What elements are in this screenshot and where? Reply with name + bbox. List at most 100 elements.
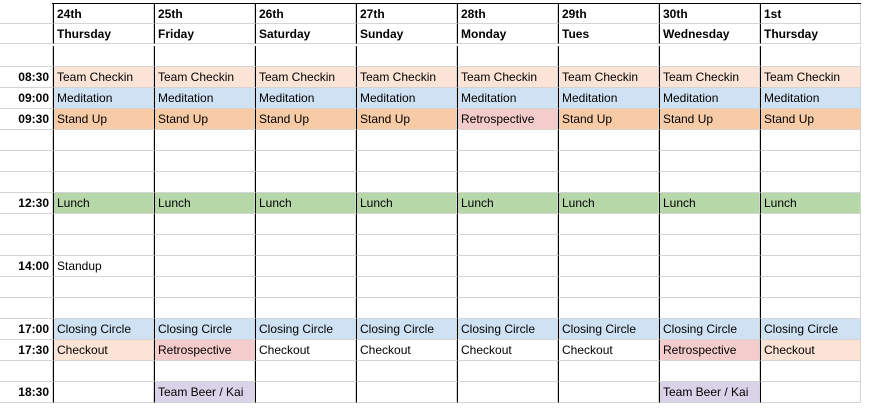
schedule-cell[interactable] <box>457 214 558 235</box>
schedule-cell[interactable]: Closing Circle <box>53 319 154 340</box>
schedule-cell[interactable] <box>659 361 760 382</box>
schedule-cell[interactable] <box>558 361 659 382</box>
schedule-cell[interactable]: Team Checkin <box>457 67 558 88</box>
schedule-cell[interactable] <box>659 298 760 319</box>
schedule-cell[interactable] <box>255 151 356 172</box>
schedule-cell[interactable]: Team Checkin <box>760 67 861 88</box>
schedule-cell[interactable] <box>356 256 457 277</box>
schedule-cell[interactable] <box>53 361 154 382</box>
schedule-cell[interactable] <box>558 382 659 403</box>
schedule-cell[interactable] <box>760 172 861 193</box>
schedule-cell[interactable]: Team Checkin <box>659 67 760 88</box>
schedule-cell[interactable] <box>457 361 558 382</box>
time-label[interactable] <box>0 361 53 382</box>
schedule-cell[interactable]: Stand Up <box>760 109 861 130</box>
time-label[interactable] <box>0 235 53 256</box>
schedule-cell[interactable] <box>53 382 154 403</box>
schedule-cell[interactable] <box>558 214 659 235</box>
day-weekday-header[interactable]: Saturday <box>255 24 356 44</box>
schedule-cell[interactable] <box>760 298 861 319</box>
time-label[interactable] <box>0 151 53 172</box>
schedule-cell[interactable] <box>255 256 356 277</box>
schedule-cell[interactable] <box>659 277 760 298</box>
time-label[interactable] <box>0 298 53 319</box>
schedule-cell[interactable]: Stand Up <box>659 109 760 130</box>
schedule-cell[interactable] <box>457 256 558 277</box>
schedule-cell[interactable]: Team Checkin <box>558 67 659 88</box>
day-date-header[interactable]: 28th <box>457 4 558 24</box>
schedule-cell[interactable] <box>255 277 356 298</box>
schedule-cell[interactable]: Stand Up <box>255 109 356 130</box>
schedule-cell[interactable] <box>457 46 558 67</box>
day-weekday-header[interactable]: Sunday <box>356 24 457 44</box>
schedule-cell[interactable] <box>659 46 760 67</box>
schedule-cell[interactable] <box>356 361 457 382</box>
day-date-header[interactable]: 24th <box>53 4 154 24</box>
schedule-cell[interactable] <box>659 235 760 256</box>
day-weekday-header[interactable]: Thursday <box>53 24 154 44</box>
schedule-cell[interactable]: Retrospective <box>457 109 558 130</box>
schedule-cell[interactable] <box>760 256 861 277</box>
schedule-cell[interactable] <box>356 214 457 235</box>
schedule-cell[interactable] <box>154 130 255 151</box>
day-date-header[interactable]: 27th <box>356 4 457 24</box>
schedule-cell[interactable] <box>558 277 659 298</box>
schedule-cell[interactable] <box>659 130 760 151</box>
schedule-cell[interactable] <box>255 298 356 319</box>
schedule-cell[interactable] <box>356 151 457 172</box>
schedule-cell[interactable]: Closing Circle <box>760 319 861 340</box>
schedule-cell[interactable]: Meditation <box>457 88 558 109</box>
time-label[interactable]: 09:00 <box>0 88 53 109</box>
schedule-cell[interactable] <box>255 46 356 67</box>
schedule-cell[interactable] <box>558 130 659 151</box>
time-label[interactable]: 17:00 <box>0 319 53 340</box>
schedule-cell[interactable] <box>154 172 255 193</box>
schedule-cell[interactable] <box>356 277 457 298</box>
time-label[interactable]: 12:30 <box>0 193 53 214</box>
schedule-cell[interactable] <box>53 277 154 298</box>
schedule-cell[interactable] <box>356 46 457 67</box>
time-label[interactable] <box>0 46 53 67</box>
schedule-cell[interactable] <box>154 277 255 298</box>
schedule-cell[interactable]: Stand Up <box>356 109 457 130</box>
schedule-cell[interactable]: Checkout <box>356 340 457 361</box>
schedule-cell[interactable] <box>53 46 154 67</box>
schedule-cell[interactable]: Closing Circle <box>558 319 659 340</box>
schedule-cell[interactable]: Meditation <box>558 88 659 109</box>
schedule-cell[interactable]: Team Beer / Kai <box>659 382 760 403</box>
schedule-cell[interactable]: Team Checkin <box>53 67 154 88</box>
schedule-cell[interactable] <box>154 151 255 172</box>
schedule-cell[interactable] <box>255 361 356 382</box>
schedule-cell[interactable] <box>558 298 659 319</box>
schedule-cell[interactable]: Checkout <box>255 340 356 361</box>
schedule-cell[interactable] <box>760 382 861 403</box>
schedule-cell[interactable] <box>53 235 154 256</box>
schedule-cell[interactable]: Retrospective <box>154 340 255 361</box>
schedule-cell[interactable] <box>558 172 659 193</box>
schedule-cell[interactable] <box>760 151 861 172</box>
day-weekday-header[interactable]: Monday <box>457 24 558 44</box>
time-label[interactable]: 08:30 <box>0 67 53 88</box>
schedule-cell[interactable] <box>659 256 760 277</box>
schedule-cell[interactable] <box>659 172 760 193</box>
schedule-cell[interactable]: Checkout <box>760 340 861 361</box>
time-label[interactable] <box>0 130 53 151</box>
schedule-cell[interactable] <box>255 235 356 256</box>
schedule-cell[interactable] <box>255 130 356 151</box>
schedule-cell[interactable]: Closing Circle <box>154 319 255 340</box>
schedule-cell[interactable] <box>558 151 659 172</box>
day-weekday-header[interactable]: Tues <box>558 24 659 44</box>
schedule-cell[interactable]: Lunch <box>255 193 356 214</box>
corner-cell[interactable] <box>0 24 53 44</box>
schedule-cell[interactable]: Checkout <box>53 340 154 361</box>
schedule-cell[interactable]: Retrospective <box>659 340 760 361</box>
day-date-header[interactable]: 29th <box>558 4 659 24</box>
schedule-cell[interactable] <box>53 172 154 193</box>
schedule-cell[interactable] <box>53 214 154 235</box>
time-label[interactable] <box>0 214 53 235</box>
schedule-cell[interactable] <box>558 46 659 67</box>
schedule-cell[interactable]: Checkout <box>558 340 659 361</box>
schedule-cell[interactable] <box>457 151 558 172</box>
schedule-cell[interactable] <box>760 130 861 151</box>
schedule-cell[interactable]: Lunch <box>659 193 760 214</box>
